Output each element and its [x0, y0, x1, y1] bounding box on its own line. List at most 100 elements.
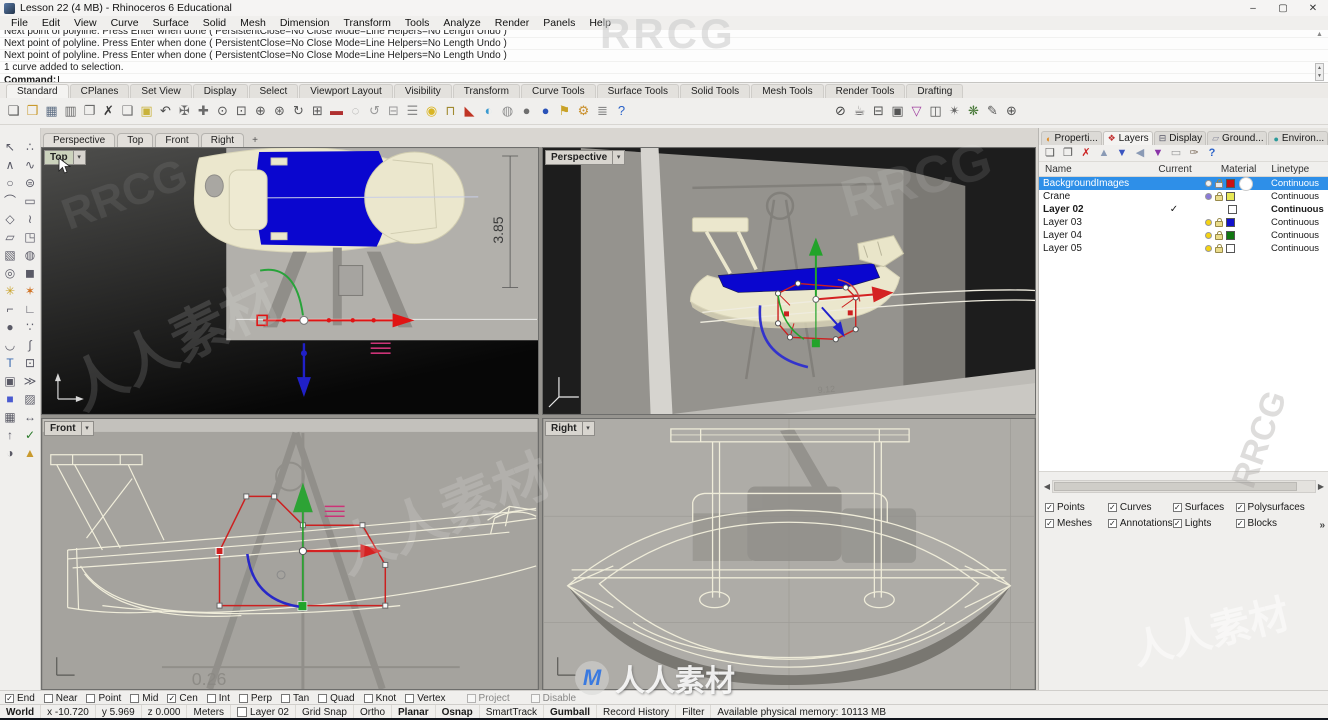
- osnap-knot[interactable]: Knot: [363, 693, 396, 704]
- text-tool-icon[interactable]: T: [0, 354, 20, 372]
- layer-color-swatch[interactable]: [1228, 205, 1237, 214]
- toolbar-tab-drafting[interactable]: Drafting: [906, 84, 964, 98]
- ghosted-sphere-icon[interactable]: ●: [517, 101, 536, 121]
- toolbar-tab-curve-tools[interactable]: Curve Tools: [520, 84, 596, 98]
- dimension-icon[interactable]: ↔: [20, 408, 40, 426]
- viewport-tab-perspective[interactable]: Perspective: [43, 133, 116, 147]
- column-name[interactable]: Name: [1039, 164, 1152, 175]
- annotate-pen-icon[interactable]: ✎: [983, 101, 1002, 121]
- filter-curves[interactable]: ✓ Curves: [1107, 502, 1173, 513]
- toolbar-tab-display[interactable]: Display: [192, 84, 248, 98]
- command-prompt[interactable]: Command:: [0, 74, 1328, 82]
- render-lamp-icon[interactable]: ✴: [945, 101, 964, 121]
- surface-plane-icon[interactable]: ▱: [0, 228, 20, 246]
- layer-filter-icon[interactable]: ▼: [1150, 146, 1166, 161]
- view-history-icon[interactable]: ↺: [365, 101, 384, 121]
- render-teapot-icon[interactable]: ☕: [850, 101, 869, 121]
- layer-lock-icon[interactable]: [1215, 218, 1223, 227]
- polygon-icon[interactable]: ◇: [0, 210, 20, 228]
- layer-color-swatch[interactable]: [1226, 218, 1235, 227]
- new-file-icon[interactable]: ❏: [4, 101, 23, 121]
- viewport-menu-arrow-icon[interactable]: ▾: [613, 150, 626, 165]
- toolbar-tab-visibility[interactable]: Visibility: [393, 84, 452, 98]
- layer-linetype[interactable]: Continuous: [1271, 204, 1328, 215]
- checkbox-icon[interactable]: ✓: [167, 693, 177, 703]
- toggle-gumball[interactable]: Gumball: [544, 705, 598, 719]
- toolbar-tab-solid-tools[interactable]: Solid Tools: [680, 84, 751, 98]
- layer-wedge-icon[interactable]: ◣: [460, 101, 479, 121]
- selection-filter-icon[interactable]: ▽: [907, 101, 926, 121]
- viewport-tab-right[interactable]: Right: [200, 133, 245, 147]
- current-layer-pane[interactable]: Layer 02: [231, 705, 296, 719]
- display-box-icon[interactable]: ◫: [926, 101, 945, 121]
- grid-icon[interactable]: ▦: [0, 408, 20, 426]
- freeform-curve-icon[interactable]: ≀: [20, 210, 40, 228]
- viewport-tab-front[interactable]: Front: [155, 133, 199, 147]
- menu-render[interactable]: Render: [488, 17, 536, 29]
- gold-part-icon[interactable]: ▲: [20, 444, 40, 462]
- collapse-all-icon[interactable]: ◀: [1132, 146, 1148, 161]
- viewport-menu-arrow-icon[interactable]: ▾: [582, 421, 595, 436]
- circle-icon[interactable]: ○: [0, 174, 20, 192]
- layer-row-backgroundimages[interactable]: BackgroundImages Continuous: [1039, 176, 1328, 191]
- duplicate-layer-icon[interactable]: ❐: [1060, 146, 1076, 161]
- zoom-icon[interactable]: ⊙: [213, 101, 232, 121]
- osnap-disable[interactable]: Disable: [530, 693, 576, 704]
- toolbar-tab-mesh-tools[interactable]: Mesh Tools: [751, 84, 824, 98]
- layer-lock-icon[interactable]: [1215, 179, 1223, 188]
- block-icon[interactable]: ▣: [0, 372, 20, 390]
- filter-surfaces[interactable]: ✓ Surfaces: [1172, 502, 1236, 513]
- layer-linetype[interactable]: Continuous: [1271, 243, 1328, 254]
- menu-dimension[interactable]: Dimension: [273, 17, 337, 29]
- checkbox-icon[interactable]: ✓: [1235, 519, 1245, 528]
- extrude-icon[interactable]: ↑: [0, 426, 20, 444]
- shaded-sphere-icon[interactable]: ◍: [498, 101, 517, 121]
- stack-icon[interactable]: ≣: [593, 101, 612, 121]
- coordinate-system[interactable]: World: [0, 705, 42, 719]
- osnap-near[interactable]: Near: [43, 693, 77, 704]
- render-window-icon[interactable]: ⊟: [869, 101, 888, 121]
- osnap-end[interactable]: ✓ End: [5, 693, 35, 704]
- osnap-point[interactable]: Point: [86, 693, 121, 704]
- undo-icon[interactable]: ↶: [156, 101, 175, 121]
- adjust-arc-icon[interactable]: ◡: [0, 336, 20, 354]
- polyline-icon[interactable]: ∧: [0, 156, 20, 174]
- shade-icon[interactable]: ◑: [0, 444, 20, 462]
- surface-corner-icon[interactable]: ◳: [20, 228, 40, 246]
- explode-icon[interactable]: ✶: [20, 282, 40, 300]
- checkbox-icon[interactable]: [206, 693, 216, 703]
- layer-current-check[interactable]: ✓: [1151, 204, 1197, 215]
- command-spinner[interactable]: ▲ ▼: [1315, 63, 1324, 81]
- checkbox-icon[interactable]: ✓: [1107, 503, 1117, 512]
- new-layer-icon[interactable]: ❏: [1042, 146, 1058, 161]
- filter-meshes[interactable]: ✓ Meshes: [1045, 518, 1108, 529]
- menu-surface[interactable]: Surface: [146, 17, 196, 29]
- column-linetype[interactable]: Linetype: [1271, 164, 1328, 175]
- delete-icon[interactable]: ✗: [99, 101, 118, 121]
- open-file-icon[interactable]: ❒: [23, 101, 42, 121]
- toolbar-tab-viewport-layout[interactable]: Viewport Layout: [299, 84, 393, 98]
- toolbar-tab-render-tools[interactable]: Render Tools: [824, 84, 906, 98]
- osnap-project[interactable]: Project: [466, 693, 510, 704]
- viewport-tab-top[interactable]: Top: [117, 133, 154, 147]
- toggle-planar[interactable]: Planar: [392, 705, 436, 719]
- help-icon[interactable]: ?: [1204, 146, 1220, 161]
- command-area[interactable]: Next point of polyline. Press Enter when…: [0, 30, 1328, 83]
- checkbox-icon[interactable]: [318, 693, 328, 703]
- viewport-front-label[interactable]: Front ▾: [44, 421, 94, 436]
- layer-row-layer-03[interactable]: Layer 03 Continuous: [1039, 216, 1328, 229]
- select-arrow-icon[interactable]: ↖: [0, 138, 20, 156]
- viewport-tab-add[interactable]: +: [246, 134, 264, 147]
- zoom-window-icon[interactable]: ⊡: [232, 101, 251, 121]
- osnap-cen[interactable]: ✓ Cen: [167, 693, 198, 704]
- color-wheel-icon[interactable]: ◐: [479, 101, 498, 121]
- solid-blue-icon[interactable]: ■: [0, 390, 20, 408]
- blob-icon[interactable]: ●: [0, 318, 20, 336]
- menu-analyze[interactable]: Analyze: [436, 17, 487, 29]
- column-current[interactable]: Current: [1152, 164, 1198, 175]
- curve-handle-icon[interactable]: ∫: [20, 336, 40, 354]
- torus-icon[interactable]: ◎: [0, 264, 20, 282]
- layer-lock-icon[interactable]: [1215, 231, 1223, 240]
- layer-visibility-bulb-icon[interactable]: [1205, 219, 1212, 226]
- check-icon[interactable]: ✓: [20, 426, 40, 444]
